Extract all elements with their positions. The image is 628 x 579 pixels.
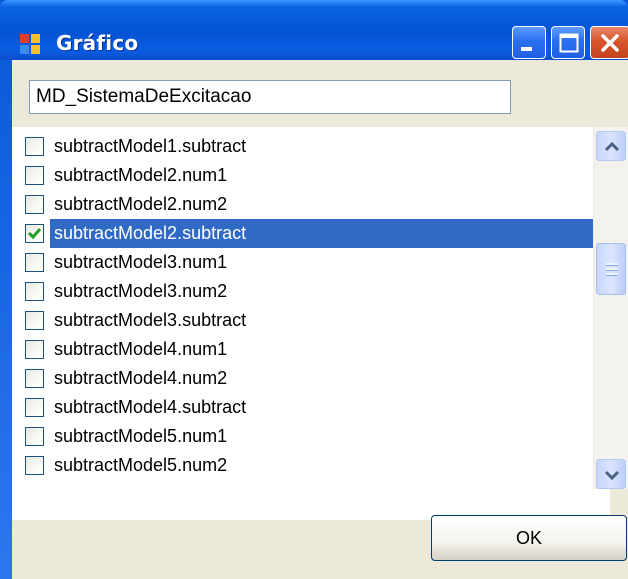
list-item[interactable]: subtractModel4.num2 (25, 364, 597, 393)
checkbox[interactable] (25, 427, 44, 446)
list-item[interactable]: subtractModel5.num2 (25, 451, 597, 480)
dialog-body: MD_SistemaDeExcitacao subtractModel1.sub… (12, 60, 628, 579)
minimize-button[interactable] (512, 26, 546, 59)
list-item[interactable]: subtractModel3.num1 (25, 248, 597, 277)
close-icon (601, 34, 619, 52)
maximize-icon (559, 33, 579, 53)
list-item-label: subtractModel3.num2 (54, 281, 228, 301)
list-item-label: subtractModel4.num1 (54, 339, 228, 359)
checkbox[interactable] (25, 282, 44, 301)
list-item-label: subtractModel5.num1 (54, 426, 228, 446)
list-item-label: subtractModel2.num2 (54, 194, 228, 214)
app-window-icon (20, 34, 40, 54)
window-frame: Gráfico MD_SistemaDeExcitacao subtractMo… (0, 0, 628, 579)
checkbox[interactable] (25, 456, 44, 475)
scroll-thumb[interactable] (596, 243, 626, 295)
list-item[interactable]: subtractModel4.num1 (25, 335, 597, 364)
close-button[interactable] (590, 26, 628, 59)
list-item[interactable]: subtractModel3.num2 (25, 277, 597, 306)
checkbox[interactable] (25, 311, 44, 330)
list-scrollbar[interactable] (593, 127, 628, 489)
checkbox[interactable] (25, 369, 44, 388)
scroll-up-button[interactable] (596, 131, 626, 161)
maximize-button[interactable] (551, 26, 585, 59)
list-item[interactable]: subtractModel3.subtract (25, 306, 597, 335)
list-item[interactable]: subtractModel4.subtract (25, 393, 597, 422)
list-item[interactable]: subtractModel2.num2 (25, 190, 597, 219)
chevron-down-icon (604, 470, 620, 481)
list-item[interactable]: subtractModel1.subtract (25, 132, 597, 161)
signal-checklist[interactable]: subtractModel1.subtract subtractModel2.nu… (12, 127, 610, 520)
checkbox[interactable] (25, 137, 44, 156)
chevron-up-icon (604, 141, 620, 152)
list-item-label: subtractModel2.subtract (50, 219, 599, 248)
ok-button[interactable]: OK (431, 515, 627, 561)
list-item[interactable]: subtractModel2.num1 (25, 161, 597, 190)
list-item[interactable]: subtractModel2.subtract (25, 219, 599, 248)
window-title: Gráfico (56, 31, 139, 55)
checkbox[interactable] (25, 195, 44, 214)
list-item-label: subtractModel1.subtract (54, 136, 247, 156)
list-item-label: subtractModel3.subtract (54, 310, 247, 330)
list-item-label: subtractModel5.num2 (54, 455, 228, 475)
scroll-down-button[interactable] (596, 459, 626, 489)
title-bar[interactable]: Gráfico (0, 0, 628, 60)
checkbox[interactable] (25, 340, 44, 359)
list-item-label: subtractModel2.num1 (54, 165, 228, 185)
checkbox[interactable] (25, 166, 44, 185)
list-item-label: subtractModel4.num2 (54, 368, 228, 388)
checkbox[interactable] (25, 398, 44, 417)
checkbox[interactable] (25, 224, 44, 243)
checkbox[interactable] (25, 253, 44, 272)
list-item-label: subtractModel3.num1 (54, 252, 228, 272)
list-item[interactable]: subtractModel5.num1 (25, 422, 597, 451)
list-item-label: subtractModel4.subtract (54, 397, 247, 417)
model-name-field[interactable]: MD_SistemaDeExcitacao (29, 80, 511, 114)
check-mark-icon (27, 228, 42, 240)
minimize-icon (521, 47, 532, 51)
